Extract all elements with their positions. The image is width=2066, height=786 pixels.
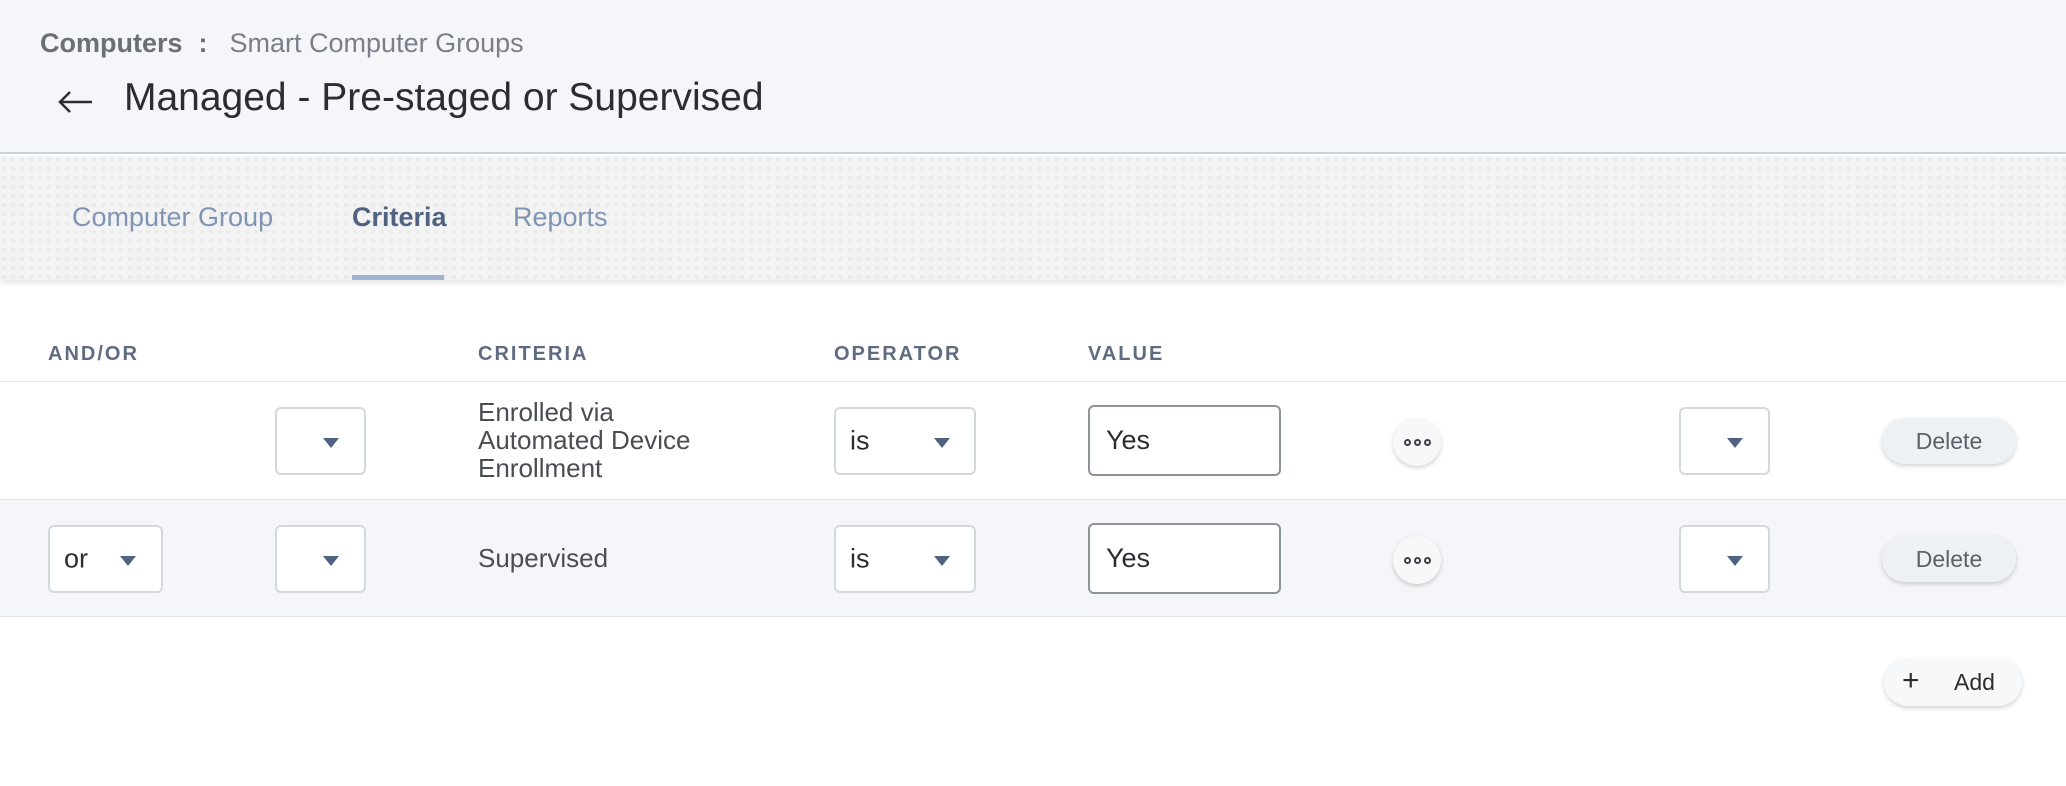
breadcrumb-separator: : bbox=[198, 28, 208, 58]
value-input[interactable]: Yes bbox=[1088, 405, 1281, 476]
ellipsis-icon bbox=[1403, 556, 1431, 564]
close-paren-select[interactable] bbox=[1679, 407, 1770, 475]
chevron-down-icon bbox=[120, 556, 136, 566]
add-criteria-button[interactable]: + Add bbox=[1884, 658, 2022, 706]
add-label: Add bbox=[1954, 669, 1995, 695]
column-header-criteria: CRITERIA bbox=[478, 343, 589, 365]
more-options-button[interactable] bbox=[1393, 536, 1441, 584]
criteria-label-line: Enrollment bbox=[478, 453, 603, 483]
page-header: Computers : Smart Computer Groups Manage… bbox=[0, 0, 2066, 154]
active-tab-indicator bbox=[352, 275, 444, 280]
breadcrumb-current[interactable]: Smart Computer Groups bbox=[230, 28, 524, 59]
tab-computer-group[interactable]: Computer Group bbox=[72, 202, 273, 233]
chevron-down-icon bbox=[934, 438, 950, 448]
criteria-label: Enrolled via Automated Device Enrollment bbox=[478, 398, 690, 482]
plus-icon: + bbox=[1902, 664, 1920, 697]
tab-reports[interactable]: Reports bbox=[513, 202, 608, 233]
criteria-row: Enrolled via Automated Device Enrollment… bbox=[0, 381, 2066, 499]
operator-value: is bbox=[850, 543, 870, 574]
operator-select[interactable]: is bbox=[834, 407, 976, 475]
chevron-down-icon bbox=[1727, 556, 1743, 566]
delete-button[interactable]: Delete bbox=[1882, 418, 2016, 464]
column-header-operator: OPERATOR bbox=[834, 343, 962, 365]
breadcrumb: Computers : Smart Computer Groups bbox=[40, 28, 524, 59]
value-input[interactable]: Yes bbox=[1088, 523, 1281, 594]
and-or-value: or bbox=[64, 543, 89, 574]
criteria-label: Supervised bbox=[478, 543, 609, 573]
column-header-value: VALUE bbox=[1088, 343, 1165, 365]
ellipsis-icon bbox=[1403, 438, 1431, 446]
delete-button[interactable]: Delete bbox=[1882, 536, 2016, 582]
criteria-label-line: Enrolled via bbox=[478, 397, 614, 427]
chevron-down-icon bbox=[934, 556, 950, 566]
tab-criteria[interactable]: Criteria bbox=[352, 202, 447, 233]
operator-select[interactable]: is bbox=[834, 525, 976, 593]
chevron-down-icon bbox=[323, 438, 339, 448]
open-paren-select[interactable] bbox=[275, 525, 366, 593]
chevron-down-icon bbox=[1727, 438, 1743, 448]
criteria-label-line: Automated Device bbox=[478, 425, 691, 455]
column-header-and-or: AND/OR bbox=[48, 343, 139, 365]
page-title: Managed - Pre-staged or Supervised bbox=[124, 76, 764, 119]
open-paren-select[interactable] bbox=[275, 407, 366, 475]
and-or-select[interactable]: or bbox=[48, 525, 163, 593]
operator-value: is bbox=[850, 425, 870, 456]
close-paren-select[interactable] bbox=[1679, 525, 1770, 593]
criteria-row: or Supervised is Yes Delete bbox=[0, 499, 2066, 617]
tab-bar: Computer Group Criteria Reports bbox=[0, 156, 2066, 280]
breadcrumb-root[interactable]: Computers bbox=[40, 28, 183, 59]
arrow-left-icon bbox=[58, 91, 92, 113]
chevron-down-icon bbox=[323, 556, 339, 566]
back-button[interactable] bbox=[52, 78, 100, 126]
more-options-button[interactable] bbox=[1393, 418, 1441, 466]
